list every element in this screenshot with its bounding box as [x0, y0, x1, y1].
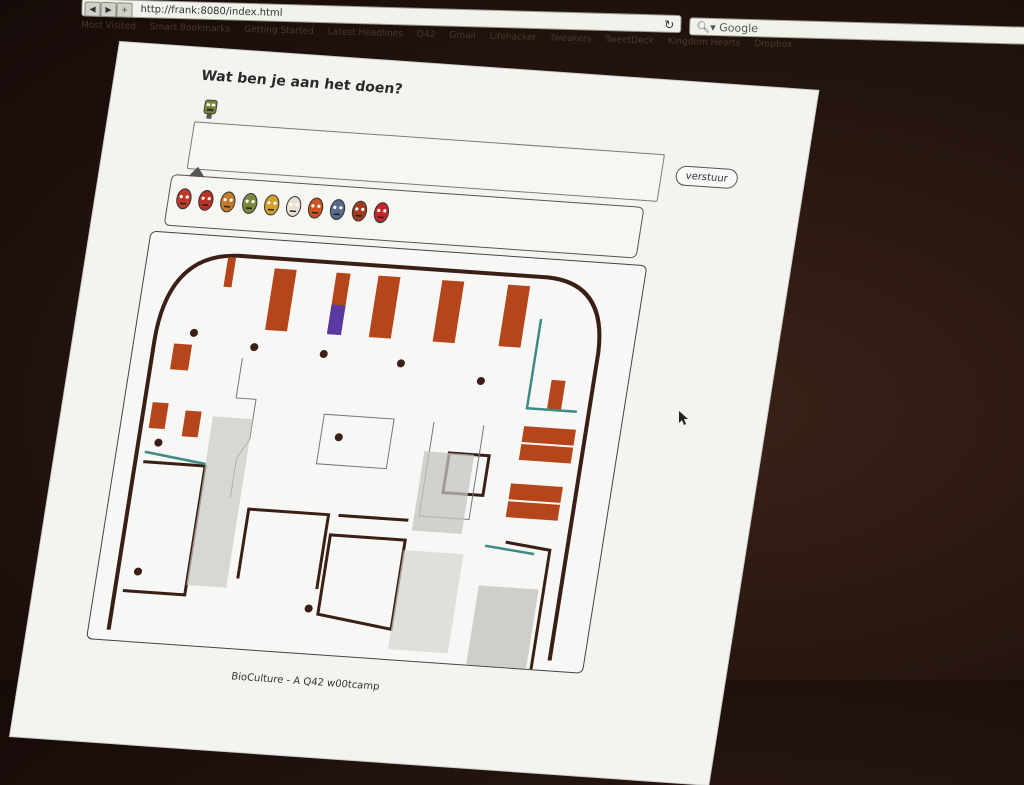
bookmark-item[interactable]: Getting Started: [244, 25, 314, 37]
reload-icon[interactable]: ↻: [664, 16, 675, 34]
bookmark-item[interactable]: Smart Bookmarks: [150, 22, 231, 34]
bookmark-item[interactable]: Tweakers: [550, 33, 592, 44]
orange-robot-icon[interactable]: [217, 188, 239, 215]
bookmark-item[interactable]: Q42: [417, 30, 436, 41]
stairwell: [387, 550, 464, 654]
desk: [508, 483, 563, 503]
desk: [432, 280, 465, 344]
bookmark-item[interactable]: Most Visited: [81, 20, 136, 32]
footer-text: BioCulture - A Q42 w00tcamp: [230, 671, 381, 693]
green-robot-icon[interactable]: [239, 190, 261, 217]
bookmark-item[interactable]: Latest Headlines: [328, 27, 403, 39]
floor-plan-map[interactable]: [87, 232, 646, 673]
forward-button[interactable]: ▶: [100, 1, 117, 18]
desk: [181, 410, 202, 438]
page-title: Wat ben je aan het doen?: [200, 67, 404, 98]
bookmark-item[interactable]: Dropbox: [754, 39, 792, 50]
white-face-icon[interactable]: [283, 193, 305, 220]
blue-face-icon[interactable]: [327, 196, 349, 223]
web-page: Wat ben je aan het doen? verstuur BioCul…: [10, 42, 819, 785]
bookmark-item[interactable]: Kingdom Hearts: [668, 37, 741, 49]
desk: [546, 379, 566, 411]
desk: [223, 257, 237, 288]
orange-egg-icon[interactable]: [305, 195, 327, 222]
selected-avatar-icon[interactable]: [200, 98, 219, 121]
bookmark-item[interactable]: TweetDeck: [605, 35, 654, 46]
red-mask-icon[interactable]: [173, 185, 195, 212]
picker-pointer: [188, 166, 207, 178]
elevator: [466, 585, 539, 669]
mouse-cursor-icon: [679, 411, 688, 425]
bookmark-item[interactable]: Lifehacker: [489, 32, 536, 43]
desk: [265, 268, 297, 332]
desk: [368, 275, 401, 339]
back-button[interactable]: ◀: [84, 1, 101, 17]
desk: [170, 343, 193, 371]
spider-mask-icon[interactable]: [370, 199, 392, 226]
yellow-face-icon[interactable]: [261, 191, 283, 218]
desk: [498, 284, 531, 348]
desk-occupied: [326, 304, 346, 336]
desk: [505, 501, 561, 521]
desk: [521, 426, 577, 446]
stairwell: [186, 416, 253, 588]
url-text: http://frank:8080/index.html: [140, 3, 283, 19]
red-face-icon[interactable]: [195, 187, 217, 214]
red-splat-icon[interactable]: [348, 198, 370, 225]
search-icon: 🔍︎▾: [696, 20, 716, 35]
floor-plan-panel: [85, 230, 648, 674]
search-placeholder: Google: [719, 21, 759, 36]
desk: [518, 443, 574, 464]
avatar-list: [173, 185, 393, 226]
desk: [148, 402, 169, 430]
bookmark-item[interactable]: Gmail: [449, 31, 476, 42]
send-button[interactable]: verstuur: [674, 165, 740, 190]
stairwell: [411, 451, 475, 535]
add-button[interactable]: +: [116, 2, 133, 18]
